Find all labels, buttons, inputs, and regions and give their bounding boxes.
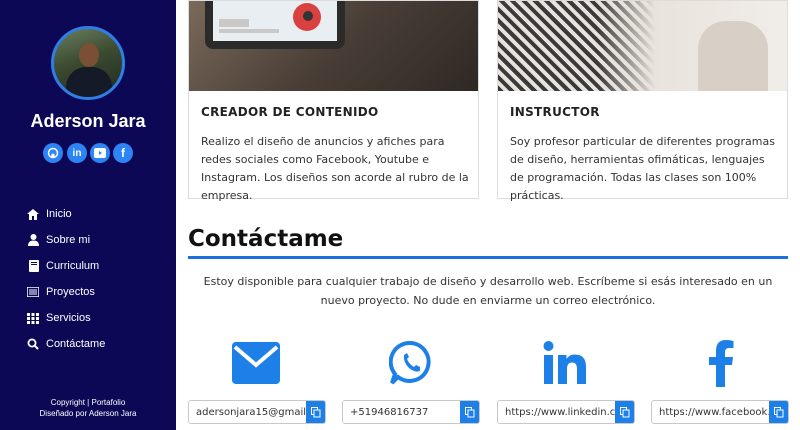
github-icon[interactable] (43, 143, 63, 163)
card-title: CREADOR DE CONTENIDO (201, 105, 379, 119)
whatsapp-copy-field (342, 400, 480, 424)
card-image (498, 1, 787, 91)
search-icon (26, 337, 40, 351)
linkedin-field[interactable] (498, 401, 615, 423)
section-divider (188, 256, 788, 259)
sidebar: Aderson Jara in f Inicio Sobre mi Curric… (0, 0, 176, 430)
nav-item-servicios[interactable]: Servicios (26, 305, 105, 331)
email-field[interactable] (189, 401, 306, 423)
service-card-content-creator: CREADOR DE CONTENIDO Realizo el diseño d… (188, 0, 479, 202)
book-icon (26, 259, 40, 273)
facebook-copy-field (651, 400, 789, 424)
nav-item-sobre-mi[interactable]: Sobre mi (26, 227, 105, 253)
copy-button[interactable] (460, 401, 479, 423)
service-card-instructor: INSTRUCTOR Soy profesor particular de di… (497, 0, 788, 202)
nav-item-curriculum[interactable]: Curriculum (26, 253, 105, 279)
nav-item-proyectos[interactable]: Proyectos (26, 279, 105, 305)
facebook-icon (705, 340, 737, 387)
card-image (189, 1, 478, 91)
whatsapp-icon (389, 340, 433, 386)
phone-field[interactable] (343, 401, 460, 423)
youtube-icon[interactable] (90, 143, 110, 163)
sidebar-nav: Inicio Sobre mi Curriculum Proyectos Ser… (26, 201, 105, 357)
user-icon (26, 233, 40, 247)
card-title: INSTRUCTOR (510, 105, 600, 119)
linkedin-icon[interactable]: in (67, 143, 87, 163)
nav-item-inicio[interactable]: Inicio (26, 201, 105, 227)
copyright: Copyright | Portafolio Diseñado por Ader… (39, 398, 137, 418)
linkedin-copy-field (497, 400, 635, 424)
contact-description: Estoy disponible para cualquier trabajo … (203, 275, 773, 307)
linkedin-icon (543, 340, 587, 386)
list-icon (26, 285, 40, 299)
copy-button[interactable] (615, 401, 634, 423)
facebook-field[interactable] (652, 401, 769, 423)
card-text: Soy profesor particular de diferentes pr… (510, 135, 775, 202)
home-icon (26, 207, 40, 221)
card-text: Realizo el diseño de anuncios y afiches … (201, 135, 469, 202)
section-title: Contáctame (188, 226, 344, 252)
facebook-icon[interactable]: f (113, 143, 133, 163)
profile-name: Aderson Jara (30, 111, 146, 131)
nav-item-contactame[interactable]: Contáctame (26, 331, 105, 357)
grid-icon (26, 311, 40, 325)
email-copy-field (188, 400, 326, 424)
avatar (51, 26, 125, 100)
email-icon (232, 340, 280, 386)
copy-button[interactable] (769, 401, 788, 423)
copy-button[interactable] (306, 401, 325, 423)
